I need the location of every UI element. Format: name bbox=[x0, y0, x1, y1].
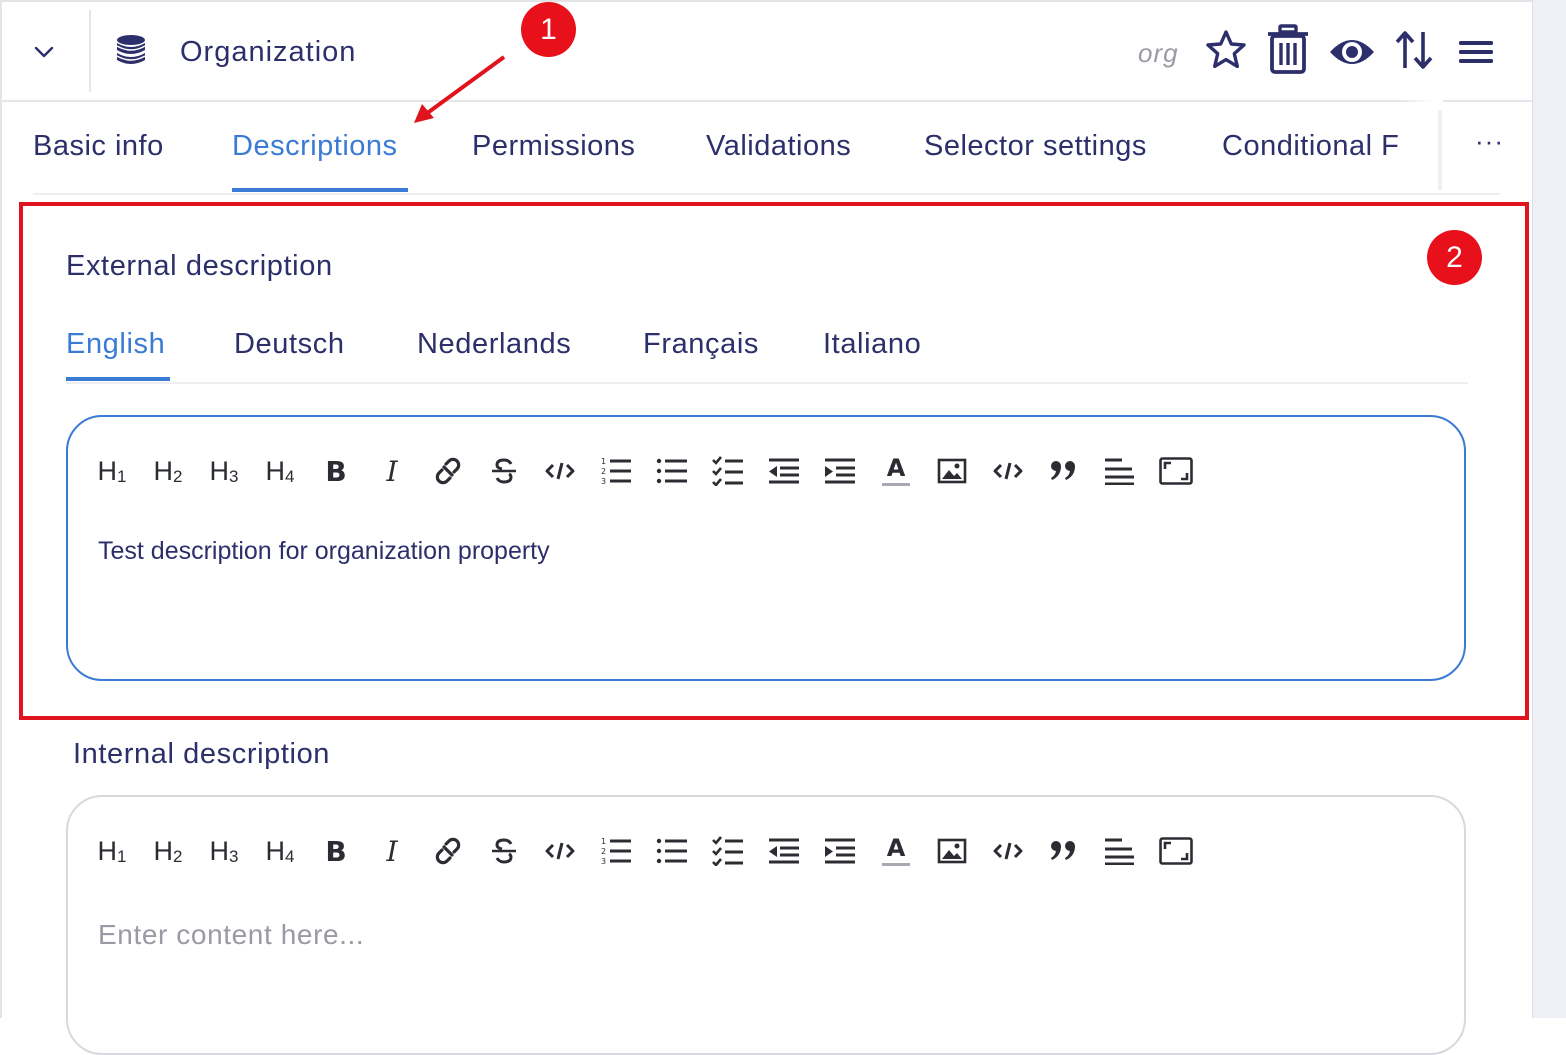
bullet-list-icon[interactable] bbox=[652, 831, 692, 871]
bold-icon[interactable]: B bbox=[316, 451, 356, 491]
svg-text:3: 3 bbox=[601, 477, 606, 486]
external-description-title: External description bbox=[66, 250, 333, 282]
bold-icon[interactable]: B bbox=[316, 831, 356, 871]
tabs-more-icon[interactable]: ··· bbox=[1475, 126, 1504, 157]
heading-4-icon[interactable]: H4 bbox=[260, 831, 300, 871]
active-lang-indicator bbox=[66, 377, 170, 381]
trash-icon[interactable] bbox=[1266, 24, 1310, 81]
lang-tab-italiano[interactable]: Italiano bbox=[823, 328, 921, 361]
tab-permissions[interactable]: Permissions bbox=[472, 130, 635, 163]
outdent-icon[interactable] bbox=[764, 451, 804, 491]
inline-code-icon[interactable] bbox=[540, 451, 580, 491]
collapse-chevron-icon[interactable] bbox=[24, 32, 64, 72]
svg-text:2: 2 bbox=[601, 467, 606, 476]
code-block-icon[interactable] bbox=[988, 831, 1028, 871]
tabs-overflow-shadow bbox=[1438, 110, 1442, 190]
align-icon[interactable] bbox=[1100, 451, 1140, 491]
property-title: Organization bbox=[180, 36, 357, 68]
header-divider bbox=[89, 10, 91, 92]
text-color-letter: A bbox=[886, 834, 906, 862]
property-code: org bbox=[1138, 38, 1179, 68]
heading-2-icon[interactable]: H2 bbox=[148, 831, 188, 871]
tab-basic-info[interactable]: Basic info bbox=[33, 130, 164, 163]
text-color-icon[interactable]: A bbox=[876, 451, 916, 491]
lang-tab-francais[interactable]: Français bbox=[643, 328, 759, 361]
lang-tab-deutsch[interactable]: Deutsch bbox=[234, 328, 345, 361]
database-icon bbox=[114, 34, 148, 75]
fullscreen-icon[interactable] bbox=[1156, 831, 1196, 871]
lang-tab-nederlands[interactable]: Nederlands bbox=[417, 328, 571, 361]
inline-code-icon[interactable] bbox=[540, 831, 580, 871]
heading-3-icon[interactable]: H3 bbox=[204, 451, 244, 491]
internal-description-editor[interactable]: H1 H2 H3 H4 B I 123 A Enter content here… bbox=[66, 795, 1466, 1055]
heading-2-icon[interactable]: H2 bbox=[148, 451, 188, 491]
task-list-icon[interactable] bbox=[708, 831, 748, 871]
italic-icon[interactable]: I bbox=[372, 451, 412, 491]
tab-conditional[interactable]: Conditional F bbox=[1222, 130, 1399, 163]
active-tab-indicator bbox=[232, 188, 408, 192]
text-color-swatch bbox=[882, 863, 910, 866]
link-icon[interactable] bbox=[428, 451, 468, 491]
italic-icon[interactable]: I bbox=[372, 831, 412, 871]
svg-text:1: 1 bbox=[601, 837, 606, 846]
fullscreen-icon[interactable] bbox=[1156, 451, 1196, 491]
lang-tab-english[interactable]: English bbox=[66, 328, 165, 361]
heading-1-icon[interactable]: H1 bbox=[92, 451, 132, 491]
heading-4-icon[interactable]: H4 bbox=[260, 451, 300, 491]
scrollbar-gutter[interactable] bbox=[1532, 0, 1566, 1018]
sort-arrows-icon[interactable] bbox=[1394, 28, 1434, 77]
annotation-badge-2: 2 bbox=[1427, 230, 1482, 285]
bullet-list-icon[interactable] bbox=[652, 451, 692, 491]
outdent-icon[interactable] bbox=[764, 831, 804, 871]
internal-description-title: Internal description bbox=[73, 738, 331, 770]
tabs-overflow-fade bbox=[1403, 100, 1443, 190]
text-color-letter: A bbox=[886, 454, 906, 482]
quote-icon[interactable] bbox=[1044, 831, 1084, 871]
text-color-icon[interactable]: A bbox=[876, 831, 916, 871]
annotation-badge-1: 1 bbox=[521, 2, 576, 57]
annotation-arrow bbox=[414, 55, 506, 123]
heading-3-icon[interactable]: H3 bbox=[204, 831, 244, 871]
property-header: Organization org bbox=[0, 2, 1532, 102]
code-block-icon[interactable] bbox=[988, 451, 1028, 491]
strikethrough-icon[interactable] bbox=[484, 831, 524, 871]
ordered-list-icon[interactable]: 123 bbox=[596, 451, 636, 491]
svg-text:2: 2 bbox=[601, 847, 606, 856]
svg-text:3: 3 bbox=[601, 857, 606, 866]
indent-icon[interactable] bbox=[820, 451, 860, 491]
strikethrough-icon[interactable] bbox=[484, 451, 524, 491]
ordered-list-icon[interactable]: 123 bbox=[596, 831, 636, 871]
external-description-editor[interactable]: H1 H2 H3 H4 B I 123 A Test description f… bbox=[66, 415, 1466, 681]
text-color-swatch bbox=[882, 483, 910, 486]
indent-icon[interactable] bbox=[820, 831, 860, 871]
property-tabs: Basic info Descriptions Permissions Vali… bbox=[33, 100, 1503, 195]
tab-validations[interactable]: Validations bbox=[706, 130, 851, 163]
quote-icon[interactable] bbox=[1044, 451, 1084, 491]
tab-selector-settings[interactable]: Selector settings bbox=[924, 130, 1147, 163]
internal-description-placeholder[interactable]: Enter content here... bbox=[98, 919, 364, 951]
eye-icon[interactable] bbox=[1328, 34, 1376, 75]
star-icon[interactable] bbox=[1204, 28, 1248, 77]
heading-1-icon[interactable]: H1 bbox=[92, 831, 132, 871]
link-icon[interactable] bbox=[428, 831, 468, 871]
align-icon[interactable] bbox=[1100, 831, 1140, 871]
svg-text:1: 1 bbox=[601, 457, 606, 466]
image-icon[interactable] bbox=[932, 831, 972, 871]
image-icon[interactable] bbox=[932, 451, 972, 491]
external-description-content[interactable]: Test description for organization proper… bbox=[98, 537, 550, 566]
menu-icon[interactable] bbox=[1458, 38, 1494, 71]
task-list-icon[interactable] bbox=[708, 451, 748, 491]
language-tabs: English Deutsch Nederlands Français Ital… bbox=[66, 318, 1468, 384]
tab-descriptions[interactable]: Descriptions bbox=[232, 130, 398, 163]
